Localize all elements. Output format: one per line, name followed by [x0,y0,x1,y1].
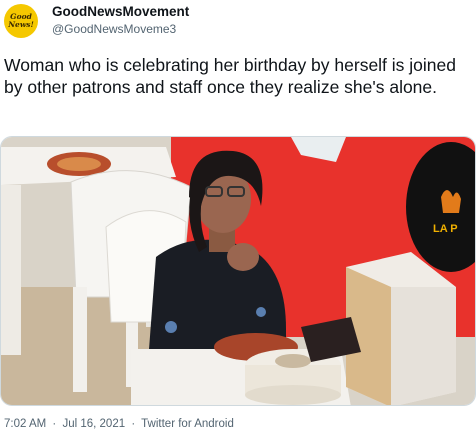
display-name[interactable]: GoodNewsMovement [52,4,189,19]
user-handle[interactable]: @GoodNewsMoveme3 [52,22,176,36]
tweet-client[interactable]: Twitter for Android [141,418,234,430]
tweet-date[interactable]: Jul 16, 2021 [62,418,125,430]
tweet-text: Woman who is celebrating her birthday by… [4,55,456,97]
media-photo: LA P [1,137,475,405]
avatar[interactable]: Good News! [4,4,38,38]
avatar-text-news: News! [8,20,34,29]
footer-separator: · [52,418,57,430]
tweet-footer: 7:02 AM · Jul 16, 2021 · Twitter for And… [4,418,234,430]
footer-separator-2: · [131,418,136,430]
tweet-media[interactable]: LA P [0,136,476,406]
tweet-time[interactable]: 7:02 AM [4,418,46,430]
wall-sign-text: LA P [433,223,458,235]
